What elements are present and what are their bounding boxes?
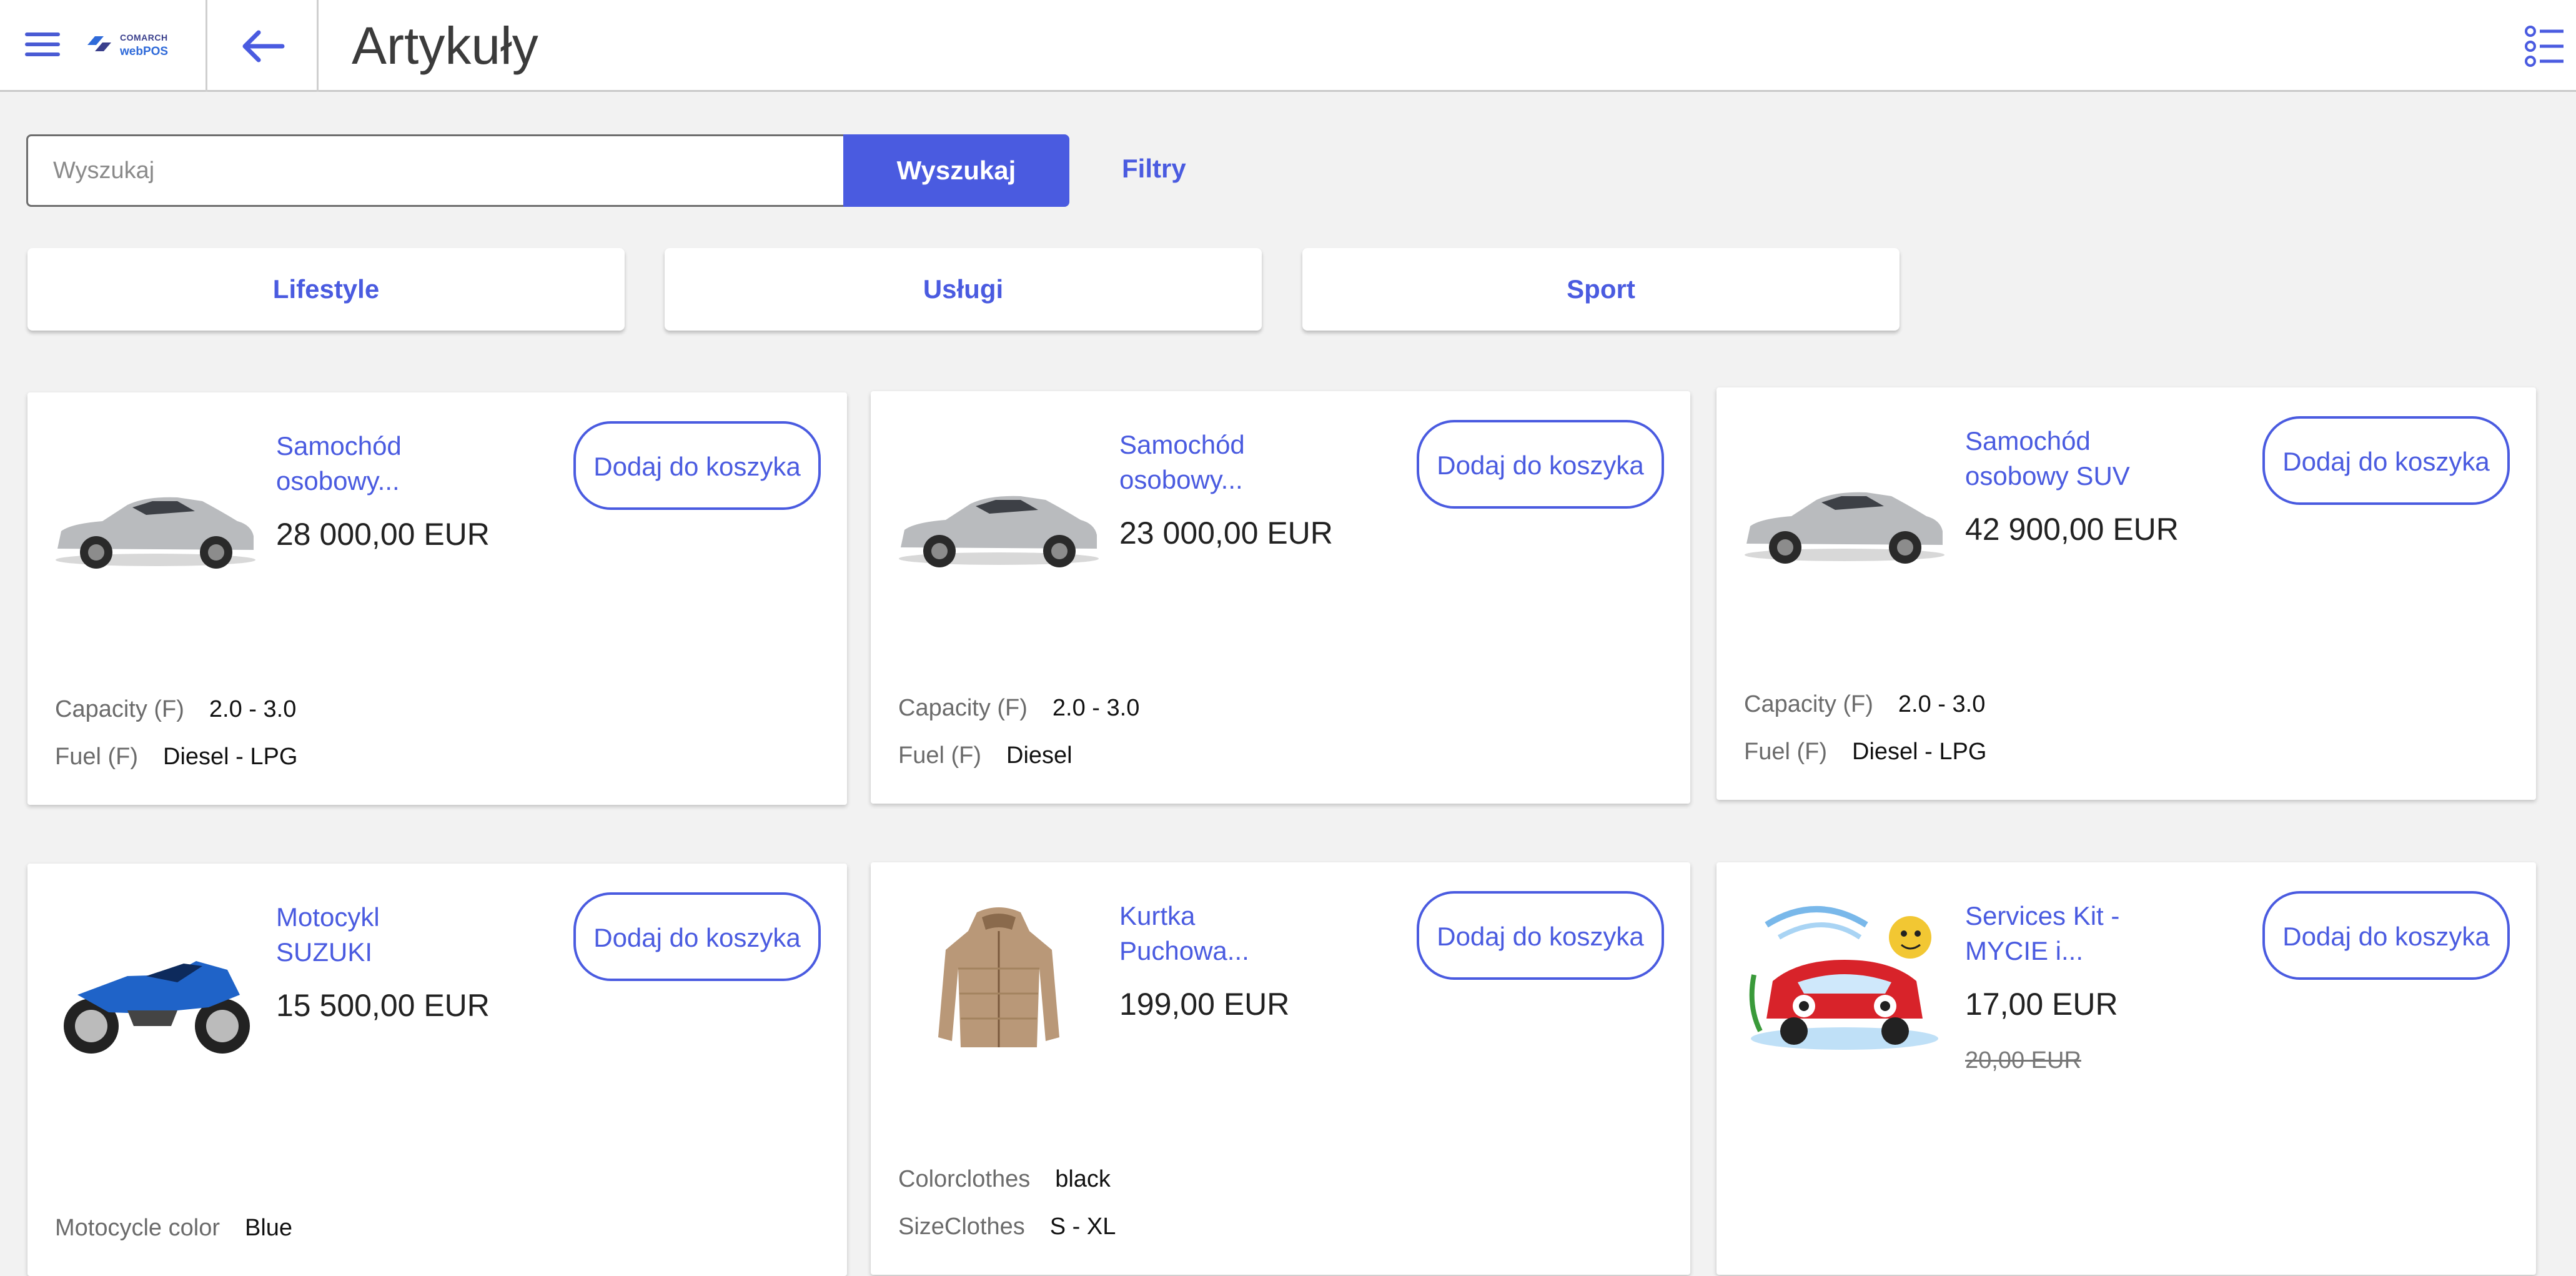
product-name[interactable]: Samochód osobowy...	[276, 429, 482, 499]
add-to-cart-button[interactable]: Dodaj do koszyka	[573, 421, 821, 510]
add-to-cart-button[interactable]: Dodaj do koszyka	[2262, 416, 2510, 505]
add-to-cart-button[interactable]: Dodaj do koszyka	[1417, 891, 1664, 980]
header-divider	[206, 0, 207, 92]
product-card: Samochód osobowy SUV 42 900,00 EUR Dodaj…	[1717, 387, 2536, 800]
back-arrow-icon[interactable]	[237, 26, 287, 66]
car-image	[899, 496, 1099, 567]
product-attribute: Motocycle color Blue	[55, 1215, 293, 1241]
product-attribute: Fuel (F) Diesel	[898, 742, 1073, 769]
product-attribute: Fuel (F) Diesel - LPG	[55, 744, 298, 770]
comarch-webpos-logo: COMARCH webPOS	[85, 29, 172, 64]
search-button[interactable]: Wyszukaj	[843, 134, 1069, 207]
product-attribute: Capacity (F) 2.0 - 3.0	[55, 696, 297, 722]
logo-mark-icon	[87, 36, 111, 51]
logo-product: webPOS	[120, 45, 169, 58]
search-input[interactable]	[26, 134, 843, 207]
product-price: 17,00 EUR	[1965, 987, 2118, 1022]
menu-icon[interactable]	[25, 32, 60, 60]
product-name[interactable]: Services Kit - MYCIE i...	[1965, 899, 2171, 969]
product-card: Motocykl SUZUKI 15 500,00 EUR Dodaj do k…	[27, 864, 847, 1276]
list-view-icon[interactable]	[2525, 24, 2565, 69]
product-name[interactable]: Samochód osobowy...	[1119, 427, 1325, 497]
product-old-price: 20,00 EUR	[1965, 1047, 2081, 1074]
product-price: 15 500,00 EUR	[276, 988, 490, 1023]
jacket-image	[938, 907, 1059, 1047]
filters-link[interactable]: Filtry	[1122, 154, 1186, 184]
add-to-cart-button[interactable]: Dodaj do koszyka	[573, 892, 821, 981]
product-card: Services Kit - MYCIE i... 17,00 EUR 20,0…	[1717, 862, 2536, 1275]
product-price: 199,00 EUR	[1119, 987, 1290, 1022]
category-uslugi[interactable]: Usługi	[665, 248, 1262, 331]
product-name[interactable]: Kurtka Puchowa...	[1119, 899, 1325, 969]
product-attribute: Capacity (F) 2.0 - 3.0	[898, 695, 1140, 721]
product-attribute: Fuel (F) Diesel - LPG	[1744, 739, 1987, 765]
category-lifestyle[interactable]: Lifestyle	[27, 248, 625, 331]
car-image	[1745, 492, 1944, 564]
product-card: Kurtka Puchowa... 199,00 EUR Dodaj do ko…	[871, 862, 1690, 1275]
logo-company: COMARCH	[120, 32, 168, 42]
top-bar: COMARCH webPOS Artykuły	[0, 0, 2576, 92]
page-title: Artykuły	[352, 16, 538, 75]
product-card: Samochód osobowy... 23 000,00 EUR Dodaj …	[871, 391, 1690, 804]
category-sport[interactable]: Sport	[1302, 248, 1900, 331]
product-attribute: Colorclothes black	[898, 1166, 1111, 1192]
product-name[interactable]: Samochód osobowy SUV	[1965, 424, 2171, 494]
motorcycle-image	[64, 961, 250, 1054]
add-to-cart-button[interactable]: Dodaj do koszyka	[1417, 420, 1664, 509]
product-card: Samochód osobowy... 28 000,00 EUR Dodaj …	[27, 392, 847, 805]
product-attribute: SizeClothes S - XL	[898, 1214, 1116, 1240]
add-to-cart-button[interactable]: Dodaj do koszyka	[2262, 891, 2510, 980]
product-attribute: Capacity (F) 2.0 - 3.0	[1744, 691, 1986, 717]
car-image	[56, 497, 255, 569]
product-price: 42 900,00 EUR	[1965, 512, 2179, 547]
header-divider	[317, 0, 319, 92]
product-name[interactable]: Motocykl SUZUKI	[276, 900, 482, 970]
product-price: 23 000,00 EUR	[1119, 516, 1333, 551]
product-price: 28 000,00 EUR	[276, 517, 490, 552]
car-wash-image	[1749, 906, 1938, 1050]
